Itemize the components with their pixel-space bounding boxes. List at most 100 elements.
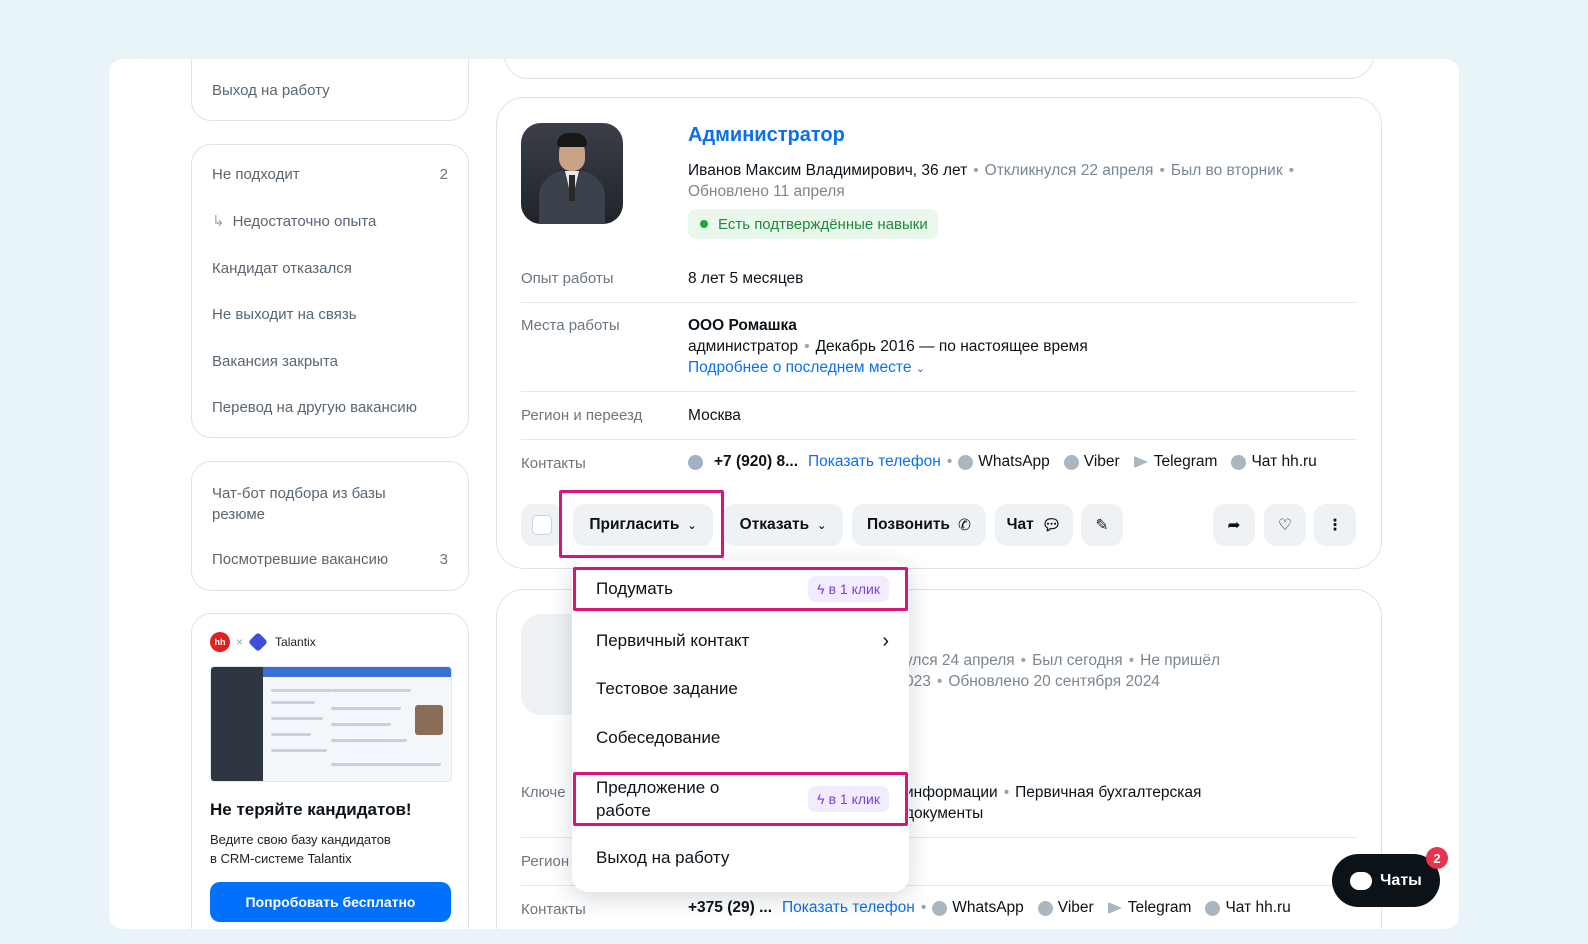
position: администратор — [688, 338, 799, 355]
more-button[interactable]: ⋮ — [1314, 504, 1356, 546]
hh-chat-link[interactable]: Чат hh.ru — [1251, 453, 1316, 471]
sidebar-item-candidate-declined[interactable]: Кандидат отказался — [212, 260, 448, 277]
select-checkbox-wrap[interactable] — [521, 504, 563, 546]
updated-date: Обновлено 20 сентября 2024 — [948, 673, 1160, 690]
sidebar-item-count: 3 — [439, 551, 448, 568]
edit-icon: ✎ — [1095, 516, 1109, 534]
share-button[interactable]: ➦ — [1213, 504, 1255, 546]
contacts-row: +7 (920) 8... Показать телефон • WhatsAp… — [688, 453, 1317, 471]
chats-button[interactable]: Чаты — [1332, 854, 1440, 907]
candidate2-meta: улся 24 апреля • Был сегодня • Не пришёл 023… — [905, 652, 1221, 690]
region-label: Регион — [521, 853, 570, 870]
sidebar-item-not-suitable[interactable]: Не подходит 2 — [212, 166, 448, 183]
action-bar: Пригласить ⌄ Отказать ⌄ Позвонить ✆ Чат … — [521, 504, 1357, 546]
more-link-label: Подробнее о последнем месте — [688, 359, 912, 376]
responded-date: улся 24 апреля — [905, 652, 1015, 669]
telegram-link[interactable]: Telegram — [1128, 899, 1192, 917]
verified-skills-badge[interactable]: Есть подтверждённые навыки — [688, 209, 938, 239]
viber-link[interactable]: Viber — [1084, 453, 1120, 471]
telegram-link[interactable]: Telegram — [1154, 453, 1218, 471]
candidate-avatar[interactable] — [521, 123, 623, 224]
sidebar-item-transfer[interactable]: Перевод на другую вакансию — [212, 399, 448, 416]
more-about-last-job-link[interactable]: Подробнее о последнем месте ⌄ — [688, 357, 1088, 380]
phone-number: +375 (29) ... — [688, 899, 773, 916]
hh-chat-icon — [1231, 454, 1247, 470]
more-vertical-icon: ⋮ — [1327, 516, 1343, 534]
invite-button[interactable]: Пригласить ⌄ — [573, 504, 713, 546]
menu-item-first-contact[interactable]: Первичный контакт › — [596, 627, 889, 655]
phone-icon: ✆ — [957, 516, 971, 534]
sidebar-item-not-enough-experience[interactable]: ↳ Недостаточно опыта — [212, 212, 448, 230]
sidebar-item-chatbot[interactable]: Чат-бот подбора из базы резюме — [212, 483, 412, 525]
show-phone-link[interactable]: Показать телефон — [808, 453, 941, 471]
sidebar-reject-card: Не подходит 2 ↳ Недостаточно опыта Кандид… — [191, 144, 469, 438]
candidate-meta: Иванов Максим Владимирович, 36 лет • Откли… — [688, 162, 1295, 200]
sidebar-item-viewed-vacancy[interactable]: Посмотревшие вакансию 3 — [212, 551, 448, 568]
sub-arrow-icon: ↳ — [212, 213, 225, 230]
promo-title: Не теряйте кандидатов! — [210, 800, 412, 819]
sidebar-item-no-contact[interactable]: Не выходит на связь — [212, 306, 448, 323]
select-checkbox[interactable] — [532, 515, 552, 535]
divider — [521, 302, 1357, 303]
candidate-avatar-placeholder — [521, 614, 573, 715]
chats-label: Чаты — [1380, 871, 1422, 889]
favorite-button[interactable]: ♡ — [1264, 504, 1306, 546]
chevron-down-icon: ⌄ — [817, 519, 827, 532]
last-seen: Был во вторник — [1170, 162, 1283, 179]
edit-button[interactable]: ✎ — [1081, 504, 1123, 546]
reject-button[interactable]: Отказать ⌄ — [723, 504, 843, 546]
verified-phone-icon — [688, 454, 703, 470]
chats-unread-badge: 2 — [1426, 847, 1448, 869]
work-period: Декабрь 2016 — по настоящее время — [815, 338, 1088, 355]
whatsapp-icon — [932, 900, 948, 916]
vacancy-title-link[interactable]: Администратор — [688, 124, 845, 147]
whatsapp-link[interactable]: WhatsApp — [978, 453, 1050, 471]
lightning-icon: ϟ — [817, 791, 825, 807]
sidebar-item-label: Выход на работу — [212, 82, 330, 99]
updated-date: Обновлено 11 апреля — [688, 183, 845, 200]
responded-date: Откликнулся 22 апреля — [984, 162, 1154, 179]
menu-item-label: Первичный контакт — [596, 631, 750, 650]
sidebar-item-label: Посмотревшие вакансию — [212, 551, 389, 568]
contacts-row: +375 (29) ... Показать телефон • WhatsAp… — [688, 899, 1291, 917]
sidebar-item-vacancy-closed[interactable]: Вакансия закрыта — [212, 353, 448, 370]
divider — [521, 439, 1357, 440]
menu-item-think[interactable]: Подумать ϟв 1 клик — [596, 575, 889, 603]
key-skills-value: информации • Первичная бухгалтерская докум… — [905, 784, 1202, 822]
whatsapp-link[interactable]: WhatsApp — [952, 899, 1024, 917]
call-button[interactable]: Позвонить ✆ — [852, 504, 986, 546]
invite-dropdown-menu: Подумать ϟв 1 клик Первичный контакт › Т… — [572, 561, 909, 892]
sidebar-item-count: 2 — [439, 166, 448, 183]
chat-button[interactable]: Чат 💬︎ — [995, 504, 1073, 546]
workplaces-label: Места работы — [521, 317, 620, 334]
hh-chat-link[interactable]: Чат hh.ru — [1225, 899, 1290, 917]
sidebar-item-hired[interactable]: Выход на работу — [212, 82, 448, 99]
promo-logos: hh × Talantix — [210, 632, 316, 652]
promo-screenshot-image — [210, 666, 452, 782]
try-free-button[interactable]: Попробовать бесплатно — [210, 882, 451, 922]
hh-logo: hh — [210, 632, 230, 652]
menu-item-label: Подумать — [596, 579, 673, 598]
chevron-down-icon: ⌄ — [915, 363, 925, 375]
menu-item-label: Предложение о работе — [596, 778, 720, 820]
menu-item-label: Собеседование — [596, 728, 721, 747]
menu-item-job-offer[interactable]: Предложение о работе ϟв 1 клик — [596, 774, 889, 824]
promo-text: Ведите свою базу кандидатов в CRM-систем… — [210, 830, 450, 868]
telegram-icon — [1133, 456, 1148, 468]
viber-link[interactable]: Viber — [1058, 899, 1094, 917]
skill: информации — [905, 784, 998, 801]
contacts-label: Контакты — [521, 455, 586, 472]
show-phone-link[interactable]: Показать телефон — [782, 899, 915, 917]
times-sign: × — [236, 635, 244, 649]
previous-candidate-card — [504, 59, 1374, 79]
chevron-right-icon: › — [882, 629, 889, 652]
menu-item-start-work[interactable]: Выход на работу — [596, 844, 889, 872]
menu-item-interview[interactable]: Собеседование — [596, 724, 889, 752]
promo-text-line: в CRM-системе Talantix — [210, 851, 352, 866]
phone-number: +7 (920) 8... — [714, 453, 799, 470]
divider — [521, 391, 1357, 392]
viber-icon — [1037, 900, 1053, 916]
badge-label: в 1 клик — [828, 581, 880, 597]
sidebar-item-label: Чат-бот подбора из базы резюме — [212, 485, 386, 523]
menu-item-test-task[interactable]: Тестовое задание — [596, 675, 889, 703]
